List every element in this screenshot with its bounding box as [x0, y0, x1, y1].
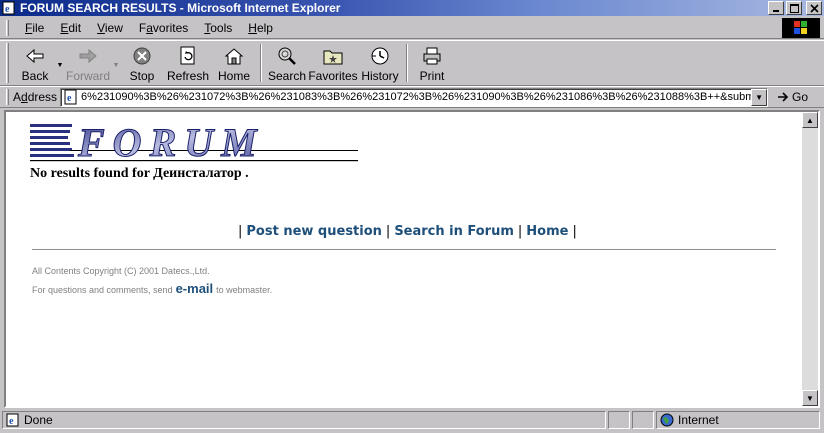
- home-button[interactable]: Home: [213, 41, 255, 85]
- search-label: Search: [267, 69, 307, 83]
- address-dropdown-button[interactable]: ▼: [751, 88, 768, 106]
- history-button[interactable]: History: [359, 41, 401, 85]
- refresh-button[interactable]: Refresh: [163, 41, 213, 85]
- address-url[interactable]: 6%231090%3B%26%231072%3B%26%231083%3B%26…: [81, 91, 751, 103]
- scroll-down-button[interactable]: ▼: [802, 390, 818, 406]
- contact-line: For questions and comments, send e-mail …: [32, 281, 272, 296]
- svg-text:e: e: [5, 4, 10, 15]
- forum-nav-links: | Post new question | Search in Forum | …: [238, 224, 577, 239]
- stop-icon: [131, 45, 153, 67]
- page-done-icon: e: [6, 413, 19, 427]
- print-label: Print: [419, 69, 445, 83]
- page-icon: e: [64, 89, 77, 105]
- home-link[interactable]: Home: [526, 224, 568, 239]
- menu-view[interactable]: View: [89, 21, 131, 35]
- home-label: Home: [217, 69, 250, 83]
- scroll-up-button[interactable]: ▲: [802, 112, 818, 128]
- vertical-scrollbar[interactable]: ▲ ▼: [802, 112, 818, 406]
- page-viewport: FORUM No results found for Деинсталатор …: [4, 110, 820, 408]
- menu-help[interactable]: Help: [240, 21, 281, 35]
- contact-suffix: to webmaster.: [216, 285, 273, 295]
- windows-logo-throbber: [782, 18, 820, 38]
- status-panel-2: [608, 411, 630, 429]
- svg-text:FORUM: FORUM: [77, 122, 265, 165]
- maximize-button[interactable]: [786, 1, 802, 15]
- favorites-label: Favorites: [308, 69, 358, 83]
- menu-grip[interactable]: [6, 19, 9, 36]
- svg-text:e: e: [67, 93, 72, 104]
- no-results-message: No results found for Деинсталатор .: [30, 166, 249, 181]
- close-button[interactable]: [806, 1, 822, 15]
- history-label: History: [361, 69, 399, 83]
- forward-button[interactable]: Forward: [65, 41, 111, 85]
- print-button[interactable]: Print: [413, 41, 451, 85]
- email-link[interactable]: e-mail: [176, 281, 214, 296]
- stop-button[interactable]: Stop: [121, 41, 163, 85]
- menu-edit[interactable]: Edit: [52, 21, 89, 35]
- menu-favorites[interactable]: Favorites: [131, 21, 196, 35]
- forward-arrow-icon: [77, 45, 99, 67]
- address-input[interactable]: e 6%231090%3B%26%231072%3B%26%231083%3B%…: [60, 87, 769, 107]
- stop-label: Stop: [129, 69, 155, 83]
- post-new-question-link[interactable]: Post new question: [246, 224, 382, 239]
- refresh-icon: [177, 45, 199, 67]
- address-grip[interactable]: [6, 89, 9, 105]
- back-label: Back: [21, 69, 49, 83]
- web-page: FORUM No results found for Деинсталатор …: [6, 112, 802, 406]
- status-bar: e Done Internet: [0, 409, 824, 431]
- standard-toolbar: Back ▼ Forward ▼ Stop Refresh Home Searc…: [0, 40, 824, 86]
- svg-text:e: e: [9, 416, 14, 427]
- status-panel-3: [632, 411, 654, 429]
- search-in-forum-link[interactable]: Search in Forum: [394, 224, 514, 239]
- toolbar-separator: [260, 44, 262, 82]
- copyright-text: All Contents Copyright (C) 2001 Datecs.,…: [32, 266, 210, 276]
- ie-page-icon: e: [2, 1, 15, 15]
- forward-dropdown-arrow[interactable]: ▼: [111, 41, 121, 85]
- status-text: Done: [24, 413, 53, 427]
- search-button[interactable]: Search: [267, 41, 307, 85]
- search-globe-icon: [276, 45, 298, 67]
- menu-tools[interactable]: Tools: [196, 21, 240, 35]
- back-button[interactable]: Back: [15, 41, 55, 85]
- history-clock-icon: [369, 45, 391, 67]
- contact-prefix: For questions and comments, send: [32, 285, 173, 295]
- status-text-panel: e Done: [2, 411, 606, 429]
- security-zone-panel: Internet: [656, 411, 820, 429]
- go-arrow-icon: [778, 92, 789, 102]
- back-dropdown-arrow[interactable]: ▼: [55, 41, 65, 85]
- address-label: Address: [13, 90, 58, 104]
- home-icon: [223, 45, 245, 67]
- zone-text: Internet: [678, 413, 719, 427]
- go-button[interactable]: Go: [776, 90, 808, 104]
- printer-icon: [421, 45, 443, 67]
- back-arrow-icon: [24, 45, 46, 67]
- minimize-button[interactable]: [768, 1, 784, 15]
- menu-file[interactable]: File: [17, 21, 52, 35]
- go-label: Go: [792, 90, 809, 104]
- favorites-button[interactable]: Favorites: [307, 41, 359, 85]
- menu-bar: File Edit View Favorites Tools Help: [0, 17, 824, 39]
- toolbar-separator: [406, 44, 408, 82]
- forward-label: Forward: [65, 69, 110, 83]
- horizontal-rule: [32, 249, 776, 250]
- address-bar: Address e 6%231090%3B%26%231072%3B%26%23…: [0, 86, 824, 108]
- internet-globe-icon: [660, 413, 674, 427]
- window-title: FORUM SEARCH RESULTS - Microsoft Interne…: [20, 1, 341, 15]
- refresh-label: Refresh: [166, 69, 210, 83]
- favorites-folder-icon: [322, 45, 344, 67]
- forum-logo: FORUM: [30, 122, 358, 166]
- toolbar-grip[interactable]: [6, 43, 9, 83]
- title-bar: e FORUM SEARCH RESULTS - Microsoft Inter…: [0, 0, 824, 16]
